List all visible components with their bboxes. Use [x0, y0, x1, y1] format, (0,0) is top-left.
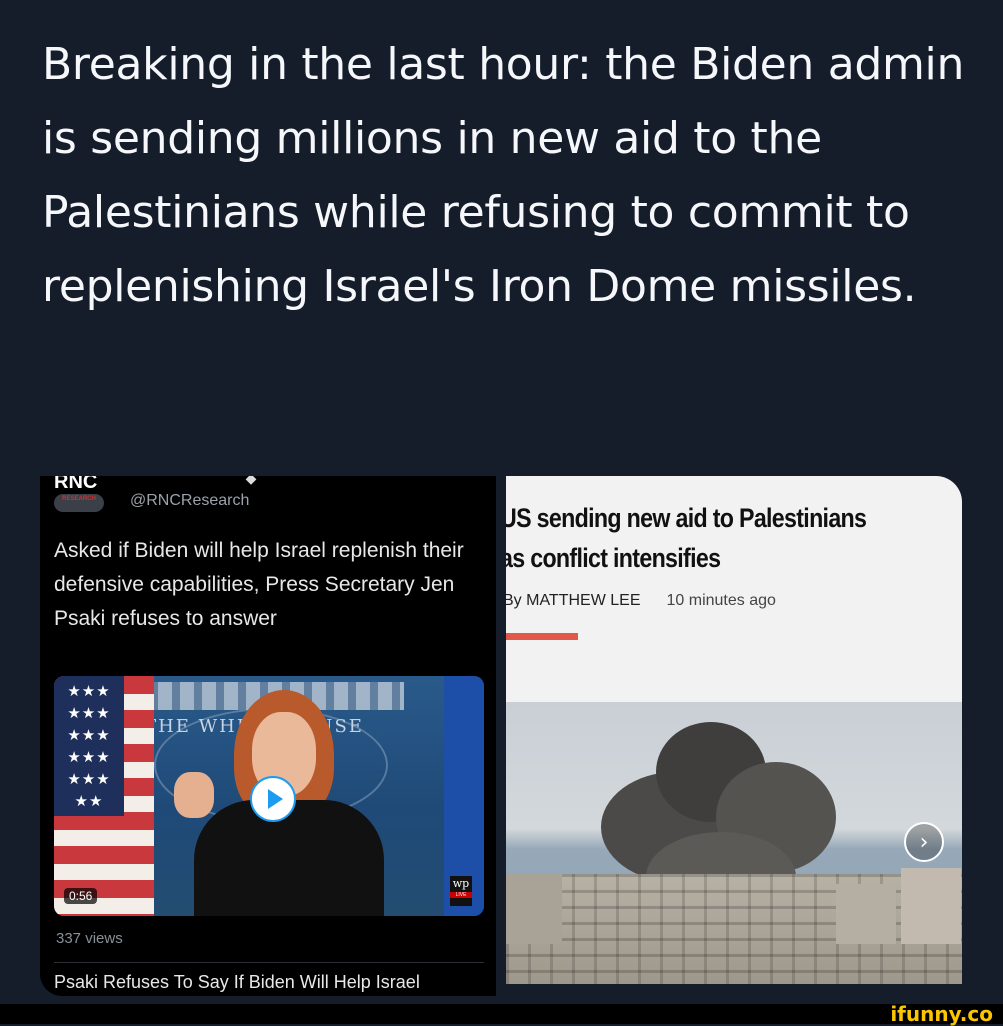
view-count: 337 views	[56, 930, 123, 947]
video-player[interactable]: THE WHITE HOUSE ★★★★★★★★★★★★★★★★★ 0:56 w…	[54, 676, 484, 916]
video-duration: 0:56	[64, 888, 98, 904]
article-photo: ›	[506, 702, 962, 984]
wp-live-badge: wp LIVE	[450, 876, 472, 906]
divider	[54, 962, 484, 963]
video-title[interactable]: Psaki Refuses To Say If Biden Will Help …	[54, 972, 420, 993]
accent-bar	[506, 633, 578, 640]
timestamp: 10 minutes ago	[666, 592, 776, 609]
article-headline[interactable]: US sending new aid to Palestinians as co…	[506, 498, 896, 578]
article-card[interactable]: US sending new aid to Palestinians as co…	[506, 476, 962, 984]
embedded-tweet-text: Asked if Biden will help Israel replenis…	[54, 539, 464, 630]
ifunny-watermark: ifunny.co	[890, 1002, 993, 1026]
account-handle[interactable]: @RNCResearch	[130, 492, 249, 510]
flag-image: ★★★ ★★★ ★★★ ★★★ ★★★ ★★	[54, 676, 154, 916]
embedded-tweet-card[interactable]: RNC RESEARCH ▔▔▔ ▔▔▔▔▔▔ ◆ @RNCResearch A…	[40, 476, 496, 996]
rnc-logo: RNC RESEARCH	[54, 476, 108, 512]
tweet-text: Breaking in the last hour: the Biden adm…	[42, 39, 965, 312]
article-byline: By MATTHEW LEE 10 minutes ago	[506, 592, 776, 610]
next-button[interactable]: ›	[904, 822, 944, 862]
chevron-right-icon: ›	[919, 830, 929, 855]
author: By MATTHEW LEE	[506, 592, 641, 609]
play-icon	[267, 789, 283, 809]
play-button[interactable]	[250, 776, 296, 822]
account-name-clipped: ▔▔▔ ▔▔▔▔▔▔ ◆	[130, 476, 258, 486]
footer-bar: ifunny.co	[0, 1004, 1003, 1024]
